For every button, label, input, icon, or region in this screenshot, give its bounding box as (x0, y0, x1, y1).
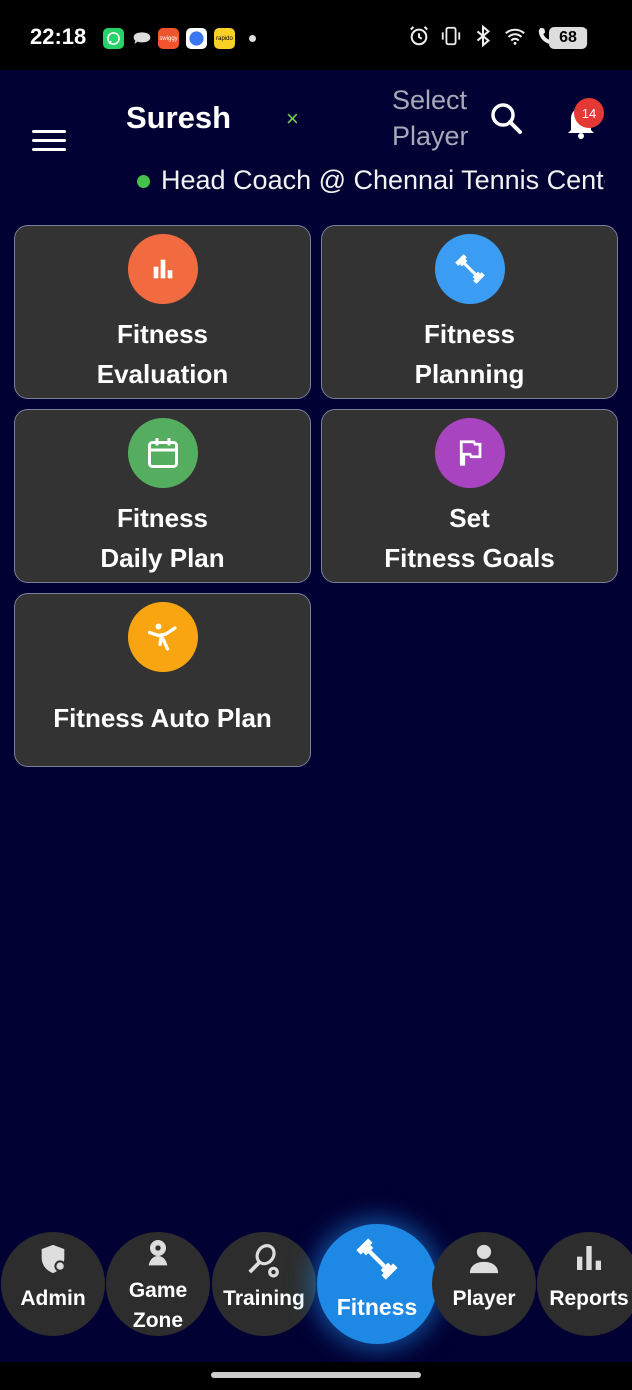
yoga-pose-icon (128, 602, 198, 672)
search-icon[interactable] (488, 100, 524, 136)
nav-label: Reports (549, 1287, 629, 1310)
wifi-icon (505, 28, 525, 45)
status-time: 22:18 (30, 24, 87, 49)
nav-training[interactable]: Training (212, 1232, 316, 1336)
alarm-icon (410, 26, 428, 46)
whatsapp-icon (103, 28, 124, 49)
tile-label: Fitness Auto Plan (53, 703, 272, 733)
bar-chart-icon (537, 1242, 632, 1274)
nav-label: Player (452, 1287, 516, 1310)
dumbbell-icon (317, 1234, 437, 1284)
swiggy-icon: swiggy (158, 28, 179, 49)
tile-label: Fitness Planning (414, 319, 525, 389)
coach-role-text: Head Coach @ Chennai Tennis Center (161, 165, 605, 195)
clear-selection-icon[interactable]: × (286, 106, 299, 132)
select-player-line1: Select (392, 85, 468, 115)
person-icon (432, 1242, 536, 1276)
nav-label: Game Zone (128, 1279, 188, 1332)
select-player-line2: Player (392, 121, 469, 151)
nav-label: Admin (20, 1287, 86, 1310)
tile-fitness-auto-plan[interactable]: Fitness Auto Plan (14, 593, 311, 767)
racket-icon (212, 1242, 316, 1280)
tile-fitness-evaluation[interactable]: Fitness Evaluation (14, 225, 311, 399)
notification-badge: 14 (574, 98, 604, 128)
bar-chart-icon (128, 234, 198, 304)
flag-icon (435, 418, 505, 488)
tile-fitness-planning[interactable]: Fitness Planning (321, 225, 618, 399)
hamburger-menu-icon[interactable] (32, 130, 66, 154)
admin-shield-icon (1, 1242, 105, 1276)
tile-label: Fitness Daily Plan (100, 503, 225, 573)
tile-set-fitness-goals[interactable]: Set Fitness Goals (321, 409, 618, 583)
tile-label: Fitness Evaluation (96, 319, 229, 389)
battery-indicator: 68 (549, 27, 587, 49)
nav-label: Fitness (336, 1294, 418, 1320)
more-notifications-dot (249, 35, 256, 42)
online-status-dot (137, 175, 150, 188)
home-indicator[interactable] (211, 1372, 421, 1378)
nav-game-zone[interactable]: Game Zone (106, 1232, 210, 1336)
dumbbell-icon (435, 234, 505, 304)
nav-admin[interactable]: Admin (1, 1232, 105, 1336)
app-header: Suresh × Select Player 14 Head Coach @ C… (0, 70, 632, 210)
rapido-icon: rapido (214, 28, 235, 49)
nav-player[interactable]: Player (432, 1232, 536, 1336)
signal-icon (186, 28, 207, 49)
select-player-button[interactable]: Select Player (392, 82, 492, 154)
nav-label: Training (223, 1287, 305, 1310)
nav-reports[interactable]: Reports (537, 1232, 632, 1336)
bluetooth-icon (476, 25, 491, 47)
tile-label: Set Fitness Goals (384, 503, 555, 573)
vibrate-icon (441, 26, 461, 46)
coach-name: Suresh (126, 100, 232, 135)
nav-fitness[interactable]: Fitness (317, 1224, 437, 1344)
chat-icon (131, 28, 152, 49)
status-bar: 22:18 swiggy rapido 68 (0, 0, 632, 70)
game-zone-gear-icon (106, 1236, 210, 1268)
tile-fitness-daily-plan[interactable]: Fitness Daily Plan (14, 409, 311, 583)
calendar-icon (128, 418, 198, 488)
